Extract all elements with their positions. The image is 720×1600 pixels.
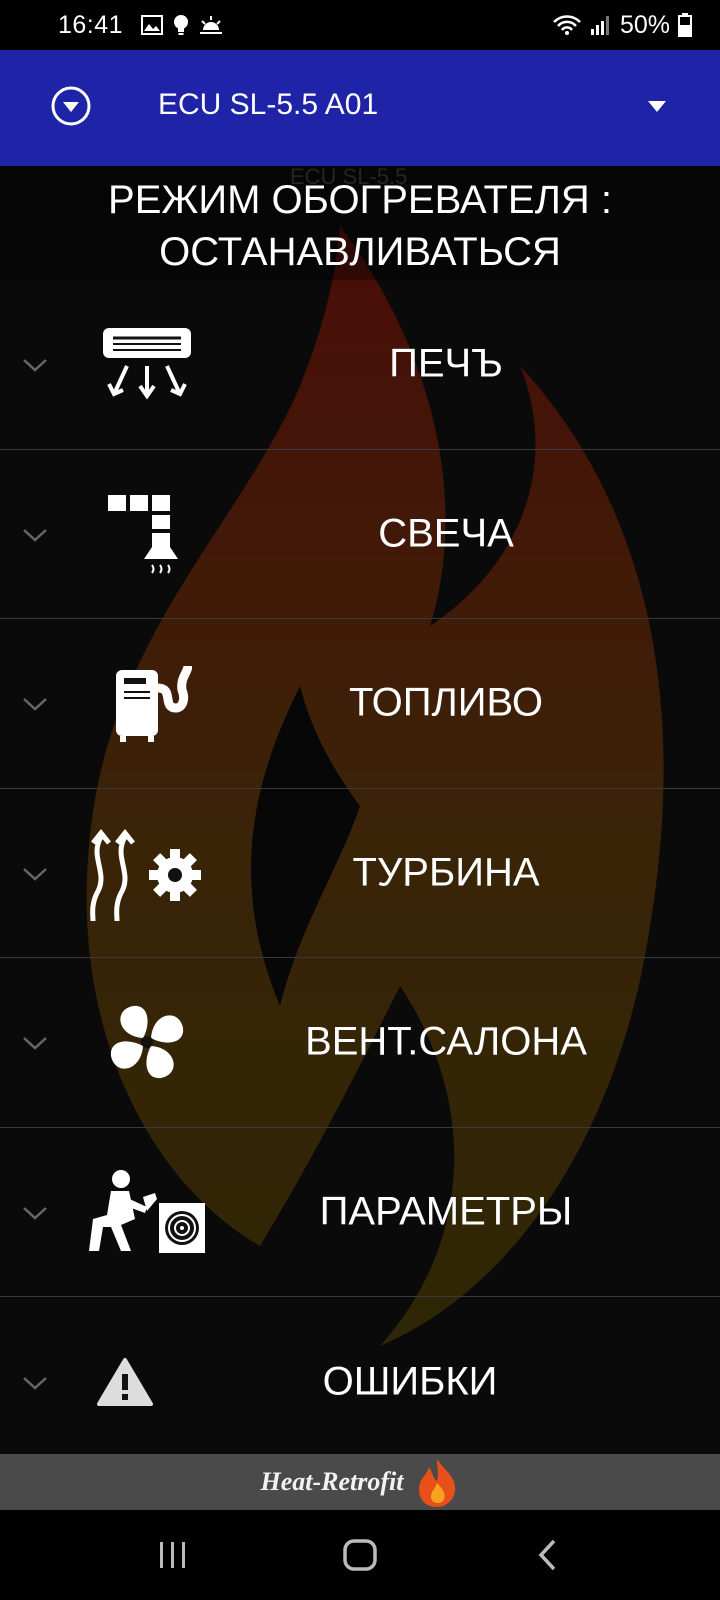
menu-item-cabin-fan[interactable]: ВЕНТ.САЛОНА: [0, 958, 720, 1128]
menu-item-label: ПЕЧЪ: [389, 341, 503, 386]
menu-item-fuel[interactable]: ТОПЛИВО: [0, 619, 720, 789]
menu-item-parameters[interactable]: ПАРАМЕТРЫ: [0, 1128, 720, 1297]
chevron-down-icon: [23, 698, 47, 711]
menu-item-stove[interactable]: ПЕЧЪ: [0, 280, 720, 450]
glow-plug-icon: [108, 494, 178, 574]
gallery-icon: [141, 15, 164, 35]
menu-item-label: ПАРАМЕТРЫ: [319, 1189, 573, 1234]
technician-icon: [89, 1169, 205, 1253]
chevron-down-icon: [23, 359, 47, 372]
heater-mode-header: РЕЖИМ ОБОГРЕВАТЕЛЯ : ОСТАНАВЛИВАТЬСЯ: [0, 166, 720, 280]
app-bar: ECU SL-5.5 A01: [0, 50, 720, 166]
chevron-down-icon: [23, 1037, 47, 1050]
air-conditioner-icon: [103, 328, 191, 400]
chevron-down-icon: [23, 867, 47, 881]
back-button[interactable]: [517, 1530, 577, 1580]
home-button[interactable]: [330, 1530, 390, 1580]
brand-name: Heat-Retrofit: [260, 1467, 404, 1496]
flame-logo-icon: [419, 1459, 456, 1507]
mode-value: ОСТАНАВЛИВАТЬСЯ: [159, 230, 561, 274]
recent-apps-button[interactable]: [143, 1530, 203, 1580]
navigation-bar: [0, 1510, 720, 1600]
dropdown-circle-icon[interactable]: [50, 85, 92, 127]
fuel-heater-icon: [116, 665, 192, 743]
bulb-icon: [174, 15, 189, 35]
chevron-down-icon[interactable]: [646, 98, 668, 114]
menu-item-label: ОШИБКИ: [322, 1359, 498, 1404]
home-icon: [343, 1539, 377, 1571]
menu-item-errors[interactable]: ОШИБКИ: [0, 1297, 720, 1454]
mode-label: РЕЖИМ ОБОГРЕВАТЕЛЯ :: [108, 178, 612, 222]
status-time: 16:41: [58, 10, 124, 39]
fan-icon: [110, 1006, 184, 1079]
menu-item-label: ВЕНТ.САЛОНА: [305, 1019, 587, 1064]
chevron-down-icon: [23, 528, 47, 542]
menu-item-label: ТОПЛИВО: [349, 680, 543, 725]
device-select[interactable]: ECU SL-5.5 A01: [158, 88, 378, 122]
sunrise-icon: [200, 16, 223, 34]
status-bar: 16:41 50%: [0, 0, 720, 50]
chevron-down-icon: [23, 1376, 47, 1390]
menu-item-label: ТУРБИНА: [352, 850, 540, 895]
battery-percent: 50%: [619, 10, 670, 39]
back-icon: [538, 1539, 555, 1571]
menu-item-turbine[interactable]: ТУРБИНА: [0, 789, 720, 958]
wifi-icon: [553, 15, 581, 35]
main-panel: ECU SL-5.5 РЕЖИМ ОБОГРЕВАТЕЛЯ : ОСТАНАВЛ…: [0, 166, 720, 1454]
menu-item-glow-plug[interactable]: СВЕЧА: [0, 450, 720, 619]
recent-apps-icon: [160, 1542, 186, 1568]
menu-list: ПЕЧЪ СВЕЧА ТОПЛИВО ТУРБИНА ВЕНТ.САЛОНА П…: [0, 280, 720, 1454]
chevron-down-icon: [23, 1206, 47, 1220]
brand-bar: Heat-Retrofit: [0, 1454, 720, 1510]
signal-icon: [590, 16, 609, 35]
turbine-heat-gear-icon: [90, 828, 201, 921]
menu-item-label: СВЕЧА: [378, 511, 514, 556]
battery-icon: [678, 13, 692, 37]
